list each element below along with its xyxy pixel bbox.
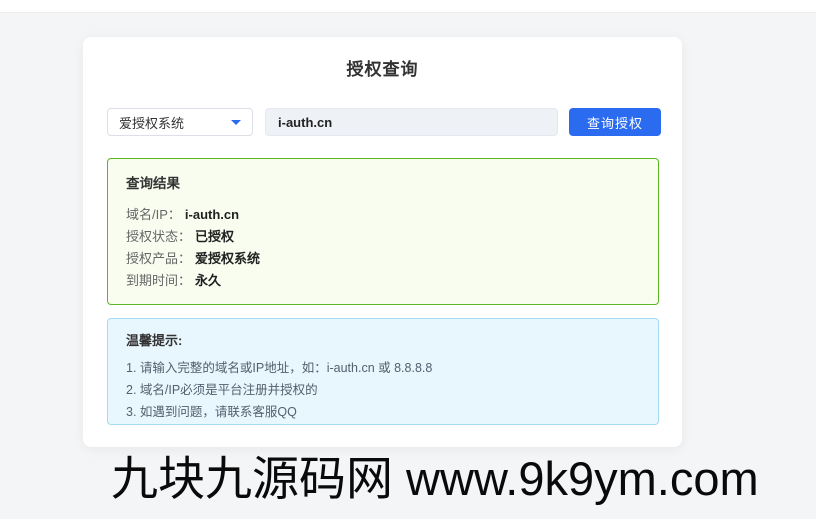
result-label: 到期时间：: [126, 273, 192, 288]
result-value: 爱授权系统: [195, 251, 261, 266]
tip-line-1: 1. 请输入完整的域名或IP地址，如：i-auth.cn 或 8.8.8.8: [126, 361, 433, 375]
status-badge: 已授权: [195, 229, 235, 244]
result-header: 查询结果: [126, 176, 180, 191]
chevron-down-icon: [231, 119, 241, 125]
page-title: 授权查询: [346, 60, 419, 79]
result-label: 授权产品：: [126, 251, 192, 266]
result-value: i-auth.cn: [184, 207, 240, 222]
result-value: 永久: [195, 273, 222, 288]
product-select-value: 爱授权系统: [119, 115, 185, 131]
tip-line-3: 3. 如遇到问题，请联系客服QQ: [126, 405, 297, 419]
result-row-product: 授权产品： 爱授权系统: [126, 248, 642, 270]
query-auth-button[interactable]: 查询授权: [569, 108, 661, 136]
result-row-expiry: 到期时间： 永久: [126, 270, 642, 292]
tips-header: 温馨提示:: [126, 333, 183, 348]
tips-panel: 温馨提示: 1. 请输入完整的域名或IP地址，如：i-auth.cn 或 8.8…: [107, 318, 659, 425]
result-label: 授权状态：: [126, 229, 192, 244]
result-row-domain: 域名/IP： i-auth.cn: [126, 204, 642, 226]
auth-query-card: 授权查询 爱授权系统 查询授权 查询结果 域名/IP：i-auth.cn 授权状…: [83, 37, 682, 447]
domain-input[interactable]: [265, 108, 558, 136]
result-row-status: 授权状态： 已授权: [126, 226, 642, 248]
tip-line-2: 2. 域名/IP必须是平台注册并授权的: [126, 383, 318, 397]
browser-top-strip: [0, 0, 816, 13]
query-form: 爱授权系统 查询授权: [107, 108, 661, 136]
product-select[interactable]: 爱授权系统: [107, 108, 253, 136]
site-watermark: 九块九源码网 www.9k9ym.com: [111, 452, 759, 505]
result-label: 域名/IP：: [126, 207, 181, 222]
query-result-panel: 查询结果 域名/IP： i-auth.cn 授权状态： 已授权 授权产品： 爱授权系统…: [107, 158, 659, 305]
